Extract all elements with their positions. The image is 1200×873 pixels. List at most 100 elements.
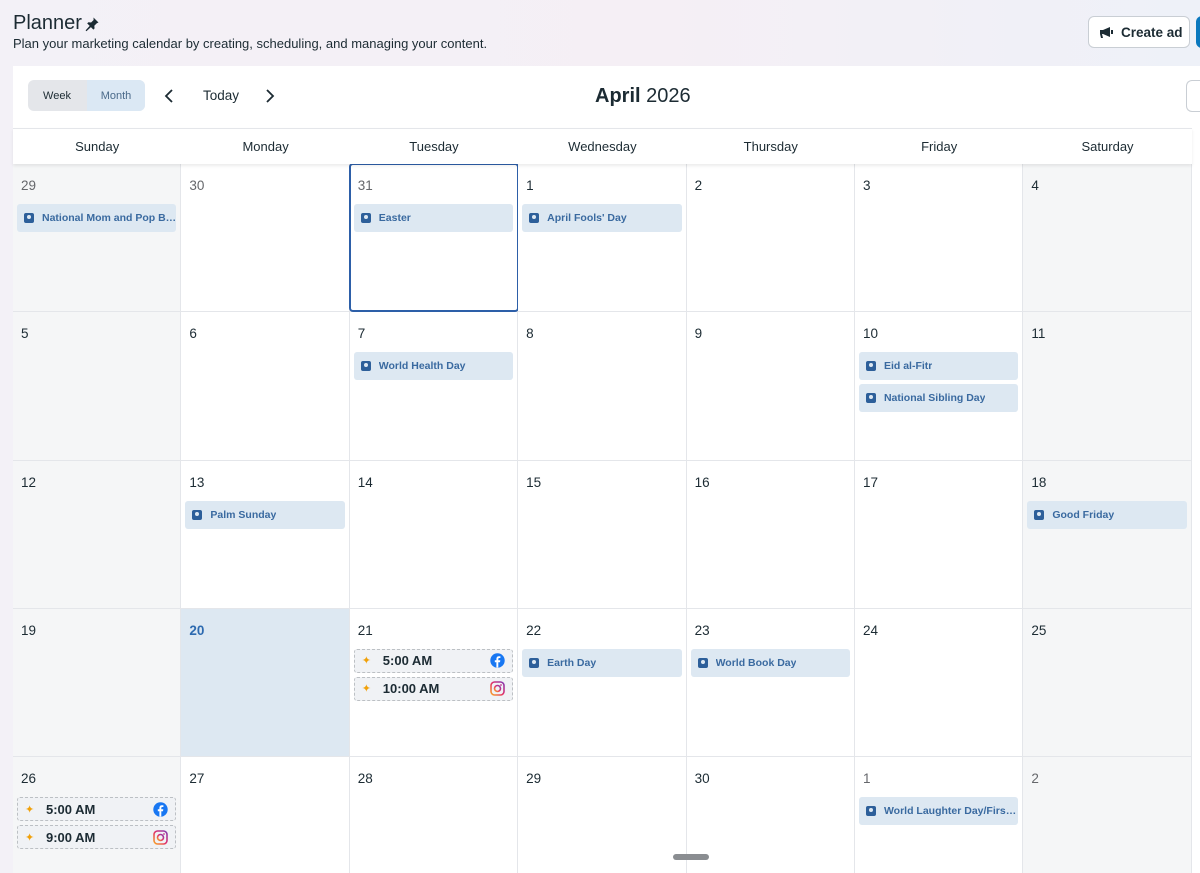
week-row: 19 20 21 ✦ 5:00 AM ✦ 10:00 AM 22 Earth Day 23 Worl… (13, 608, 1192, 758)
day-events: Easter (353, 204, 514, 232)
create-ad-label: Create ad (1121, 24, 1183, 40)
holiday-event[interactable]: Eid al-Fitr (858, 352, 1019, 381)
day-number: 14 (357, 474, 373, 490)
holiday-event[interactable]: National Sibling Day (858, 384, 1019, 413)
day-cell[interactable]: 1 World Laughter Day/First Day of Ramadan (854, 757, 1024, 873)
scheduled-post[interactable]: ✦ 5:00 AM (17, 797, 177, 822)
day-number: 15 (526, 474, 542, 490)
create-ad-button[interactable]: Create ad (1088, 16, 1190, 48)
day-cell[interactable]: 11 (1023, 312, 1192, 460)
day-number: 25 (1031, 622, 1047, 638)
day-cell[interactable]: 4 (1023, 164, 1192, 312)
day-number: 16 (694, 474, 710, 490)
day-number: 20 (189, 622, 205, 638)
day-name-tuesday: Tuesday (409, 139, 459, 154)
day-cell[interactable]: 2 (686, 164, 855, 312)
view-week-button[interactable]: Week (28, 80, 86, 111)
page-subtitle: Plan your marketing calendar by creating… (13, 36, 488, 51)
instagram-icon (153, 829, 169, 845)
day-events: Good Friday (1027, 500, 1187, 529)
day-name-monday: Monday (242, 139, 289, 154)
day-cell[interactable]: 3 (854, 164, 1024, 312)
day-number: 10 (862, 326, 878, 342)
day-cell[interactable]: 18 Good Friday (1023, 460, 1192, 608)
day-number: 8 (526, 326, 534, 342)
day-name-wednesday: Wednesday (568, 139, 637, 154)
day-number: 1 (862, 771, 871, 787)
year: 2026 (646, 85, 691, 107)
day-number: 28 (357, 771, 373, 787)
day-cell[interactable]: 1 April Fools' Day (518, 164, 687, 312)
holiday-event[interactable]: National Mom and Pop Business Owners Day (17, 204, 177, 232)
day-events: Palm Sunday (185, 500, 345, 529)
day-name-friday: Friday (921, 139, 958, 154)
filter-dropdown[interactable] (1186, 80, 1200, 112)
day-cell[interactable]: 27 (181, 757, 350, 873)
day-cell[interactable]: 26 ✦ 5:00 AM ✦ 9:00 AM (13, 757, 182, 873)
day-cell[interactable]: 29 (518, 757, 687, 873)
day-cell[interactable]: 20 (181, 608, 350, 757)
scroll-handle[interactable] (673, 854, 709, 860)
day-cell[interactable]: 15 (518, 460, 687, 608)
day-cell[interactable]: 6 (181, 312, 350, 460)
day-cell[interactable]: 10 Eid al-Fitr National Sibling Day (854, 312, 1024, 460)
day-cell[interactable]: 12 (13, 460, 182, 608)
calendar-event-icon (360, 213, 371, 223)
scheduled-post[interactable]: ✦ 9:00 AM (17, 825, 177, 850)
day-cell[interactable]: 5 (13, 312, 182, 460)
day-cell[interactable]: 16 (686, 460, 855, 608)
day-name-saturday: Saturday (1081, 139, 1134, 154)
day-number: 23 (694, 622, 710, 638)
post-time: 9:00 AM (46, 829, 96, 845)
view-month-button[interactable]: Month (87, 80, 145, 111)
holiday-event[interactable]: World Health Day (353, 352, 514, 381)
day-cell[interactable]: 31 Easter (348, 162, 520, 313)
day-events: Earth Day (522, 648, 682, 677)
day-cell[interactable]: 21 ✦ 5:00 AM ✦ 10:00 AM (349, 608, 519, 757)
today-button[interactable]: Today (203, 88, 239, 103)
day-cell[interactable]: 29 National Mom and Pop Business Owners D… (13, 164, 182, 312)
holiday-event[interactable]: Easter (353, 204, 514, 232)
day-cell[interactable]: 7 World Health Day (349, 312, 519, 460)
day-events: ✦ 5:00 AM ✦ 9:00 AM (17, 797, 177, 850)
day-cell[interactable]: 19 (13, 608, 182, 757)
chevron-left-icon (164, 89, 173, 103)
view-toggle: Week Month (28, 80, 145, 111)
day-number: 6 (189, 326, 197, 342)
holiday-event[interactable]: World Book Day (690, 648, 850, 677)
event-label: Easter (378, 212, 411, 224)
primary-action-button-edge[interactable] (1196, 16, 1200, 48)
day-cell[interactable]: 24 (854, 608, 1024, 757)
pin-icon[interactable] (84, 16, 100, 32)
calendar-event-icon (360, 361, 371, 372)
scheduled-post[interactable]: ✦ 10:00 AM (353, 676, 514, 701)
holiday-event[interactable]: April Fools' Day (522, 204, 682, 232)
day-cell[interactable]: 30 (686, 757, 855, 873)
event-label: April Fools' Day (547, 212, 627, 224)
week-row: 29 National Mom and Pop Business Owners D… (13, 162, 1192, 313)
day-cell[interactable]: 8 (518, 312, 687, 460)
day-number: 22 (526, 622, 542, 638)
next-month-button[interactable] (262, 87, 278, 105)
calendar-event-icon (865, 361, 876, 372)
day-cell[interactable]: 17 (854, 460, 1024, 608)
day-cell[interactable]: 25 (1023, 608, 1192, 757)
week-row: 5 6 7 World Health Day 8 9 10 Eid al-Fitr Nation… (13, 312, 1192, 461)
day-cell[interactable]: 22 Earth Day (518, 608, 687, 757)
day-cell[interactable]: 13 Palm Sunday (181, 460, 350, 608)
previous-month-button[interactable] (161, 87, 177, 105)
scheduled-post[interactable]: ✦ 5:00 AM (353, 648, 514, 673)
month-title: April 2026 (595, 85, 691, 108)
day-cell[interactable]: 9 (686, 312, 855, 460)
day-cell[interactable]: 14 (349, 460, 519, 608)
holiday-event[interactable]: Earth Day (522, 648, 682, 677)
holiday-event[interactable]: World Laughter Day/First Day of Ramadan (858, 797, 1019, 826)
event-label: World Health Day (378, 360, 466, 373)
day-cell[interactable]: 30 (181, 164, 350, 312)
day-cell[interactable]: 23 World Book Day (686, 608, 855, 757)
day-cell[interactable]: 28 (349, 757, 519, 873)
day-cell[interactable]: 2 (1023, 757, 1192, 873)
holiday-event[interactable]: Good Friday (1027, 500, 1187, 529)
event-label: Eid al-Fitr (883, 360, 933, 373)
holiday-event[interactable]: Palm Sunday (185, 500, 345, 529)
